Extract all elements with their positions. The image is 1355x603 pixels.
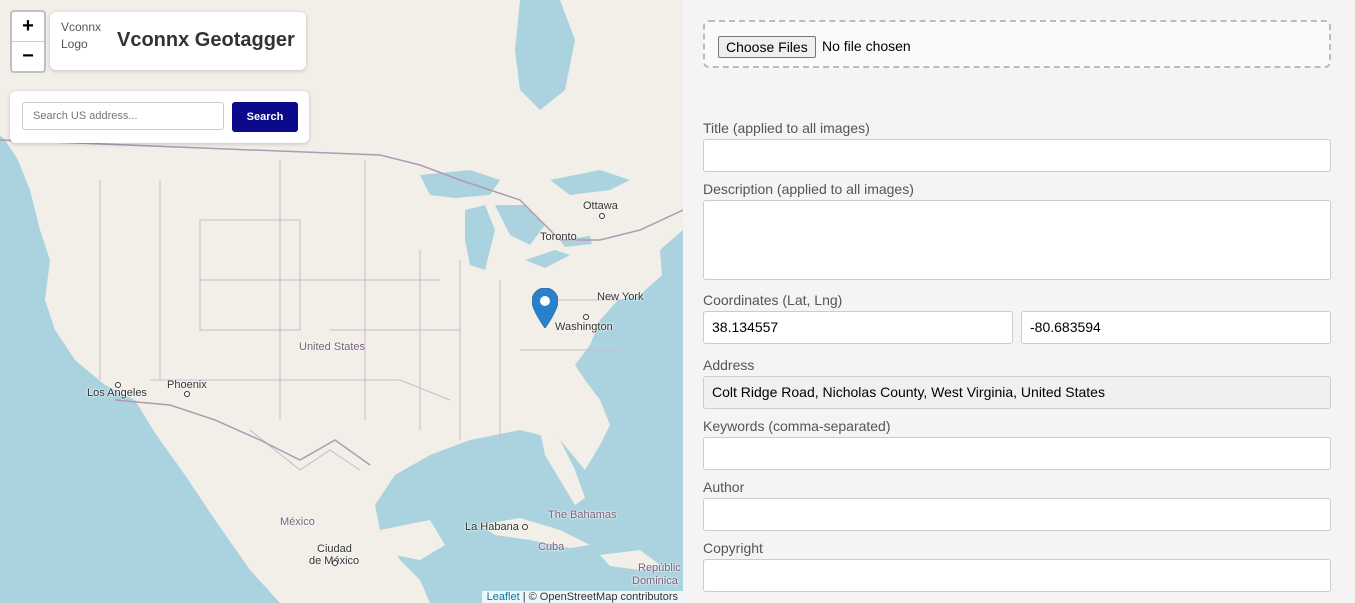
address-field[interactable]: Colt Ridge Road, Nicholas County, West V… <box>703 376 1331 409</box>
logo-image: Vconnx Logo <box>61 20 102 51</box>
coordinates-label: Coordinates (Lat, Lng) <box>703 292 843 308</box>
zoom-control: + − <box>10 10 46 73</box>
longitude-input[interactable]: -80.683594 <box>1021 311 1331 344</box>
author-input[interactable] <box>703 498 1331 531</box>
map-dot-ottawa <box>599 213 605 219</box>
zoom-out-button[interactable]: − <box>12 42 44 71</box>
leaflet-link[interactable]: Leaflet <box>487 591 520 603</box>
map-label-ottawa: Ottawa <box>583 200 618 212</box>
map-label-ciudad: Ciudad <box>317 543 352 555</box>
title-label: Title (applied to all images) <box>703 120 870 136</box>
map[interactable]: Ottawa Toronto New York Washington Unite… <box>0 0 683 603</box>
author-label: Author <box>703 479 745 495</box>
copyright-input[interactable] <box>703 559 1331 592</box>
map-label-washington: Washington <box>555 321 613 333</box>
map-dot-phoenix <box>184 391 190 397</box>
zoom-in-button[interactable]: + <box>12 12 44 42</box>
brand-panel: Vconnx Logo Vconnx Geotagger <box>50 12 306 70</box>
map-label-phoenix: Phoenix <box>167 379 207 391</box>
map-label-cuba: Cuba <box>538 541 565 553</box>
map-label-republica: Repúblic <box>638 562 681 574</box>
latitude-input[interactable]: 38.134557 <box>703 311 1013 344</box>
map-label-dominicana: Dominica <box>632 575 678 587</box>
metadata-form: Choose Files No file chosen Title (appli… <box>683 0 1355 603</box>
attribution-text: | © OpenStreetMap contributors <box>519 591 678 603</box>
description-label: Description (applied to all images) <box>703 181 914 197</box>
map-label-the-bahamas: The Bahamas <box>548 509 617 521</box>
file-dropzone[interactable]: Choose Files No file chosen <box>703 20 1331 68</box>
map-label-new-york: New York <box>597 291 644 303</box>
choose-files-button[interactable]: Choose Files <box>718 36 816 58</box>
address-label: Address <box>703 357 755 373</box>
app-title: Vconnx Geotagger <box>117 29 295 51</box>
map-label-mexico: México <box>280 516 315 528</box>
map-label-los-angeles: Los Angeles <box>87 387 147 399</box>
keywords-input[interactable] <box>703 437 1331 470</box>
map-attribution: Leaflet | © OpenStreetMap contributors <box>481 591 683 603</box>
map-dot-mexico-city <box>332 560 338 566</box>
file-status-text: No file chosen <box>822 38 911 54</box>
map-dot-washington <box>583 314 589 320</box>
map-label-united-states: United States <box>299 341 366 353</box>
address-search-input[interactable] <box>22 102 224 130</box>
copyright-label: Copyright <box>703 540 763 556</box>
keywords-label: Keywords (comma-separated) <box>703 418 891 434</box>
search-button[interactable]: Search <box>232 102 298 132</box>
location-marker-icon[interactable] <box>531 287 559 333</box>
map-dot-los-angeles <box>115 382 121 388</box>
map-dot-la-habana <box>522 524 528 530</box>
map-label-toronto: Toronto <box>540 231 577 243</box>
map-label-la-habana: La Habana <box>465 521 519 533</box>
title-input[interactable] <box>703 139 1331 172</box>
description-textarea[interactable] <box>703 200 1331 280</box>
address-search-panel: Search <box>10 91 309 143</box>
